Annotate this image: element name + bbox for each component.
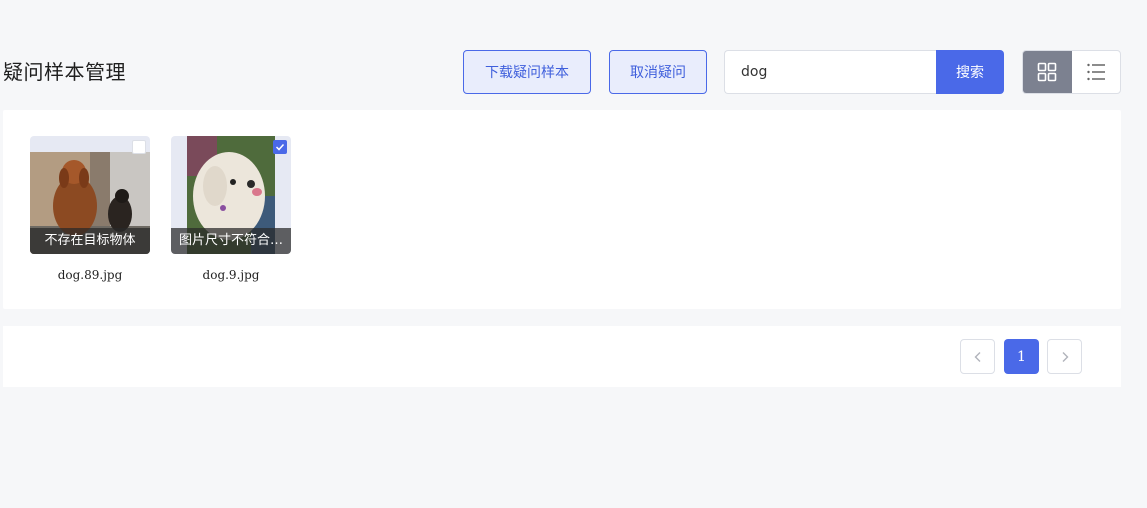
sample-tag: 图片尺寸不符合… bbox=[171, 228, 291, 254]
select-checkbox[interactable] bbox=[132, 140, 146, 154]
list-icon bbox=[1087, 63, 1105, 81]
checkmark-icon bbox=[275, 143, 285, 151]
search-input[interactable] bbox=[724, 50, 936, 94]
search-bar: 搜索 bbox=[724, 50, 1004, 94]
sample-tag: 不存在目标物体 bbox=[30, 228, 150, 254]
list-view-button[interactable] bbox=[1072, 51, 1121, 93]
prev-page-button[interactable] bbox=[960, 339, 995, 374]
sample-card[interactable]: 不存在目标物体 dog.89.jpg bbox=[30, 136, 150, 282]
chevron-left-icon bbox=[974, 351, 980, 362]
sample-filename: dog.89.jpg bbox=[57, 268, 123, 282]
next-page-button[interactable] bbox=[1047, 339, 1082, 374]
sample-card[interactable]: 图片尺寸不符合… dog.9.jpg bbox=[171, 136, 291, 282]
select-checkbox[interactable] bbox=[273, 140, 287, 154]
download-samples-button[interactable]: 下载疑问样本 bbox=[463, 50, 591, 94]
pagination: 1 bbox=[3, 326, 1121, 387]
sample-thumbnail[interactable]: 图片尺寸不符合… bbox=[171, 136, 291, 254]
page-title: 疑问样本管理 bbox=[3, 60, 126, 84]
grid-icon bbox=[1037, 62, 1057, 82]
sample-grid: 不存在目标物体 dog.89.jpg 图片尺寸不符合… dog.9.jpg bbox=[3, 110, 1121, 309]
sample-thumbnail[interactable]: 不存在目标物体 bbox=[30, 136, 150, 254]
cancel-doubt-button[interactable]: 取消疑问 bbox=[609, 50, 707, 94]
chevron-right-icon bbox=[1062, 351, 1068, 362]
sample-filename: dog.9.jpg bbox=[202, 268, 260, 282]
view-toggle bbox=[1022, 50, 1121, 94]
grid-view-button[interactable] bbox=[1023, 51, 1072, 93]
page-number-button[interactable]: 1 bbox=[1004, 339, 1039, 374]
search-button[interactable]: 搜索 bbox=[936, 50, 1004, 94]
